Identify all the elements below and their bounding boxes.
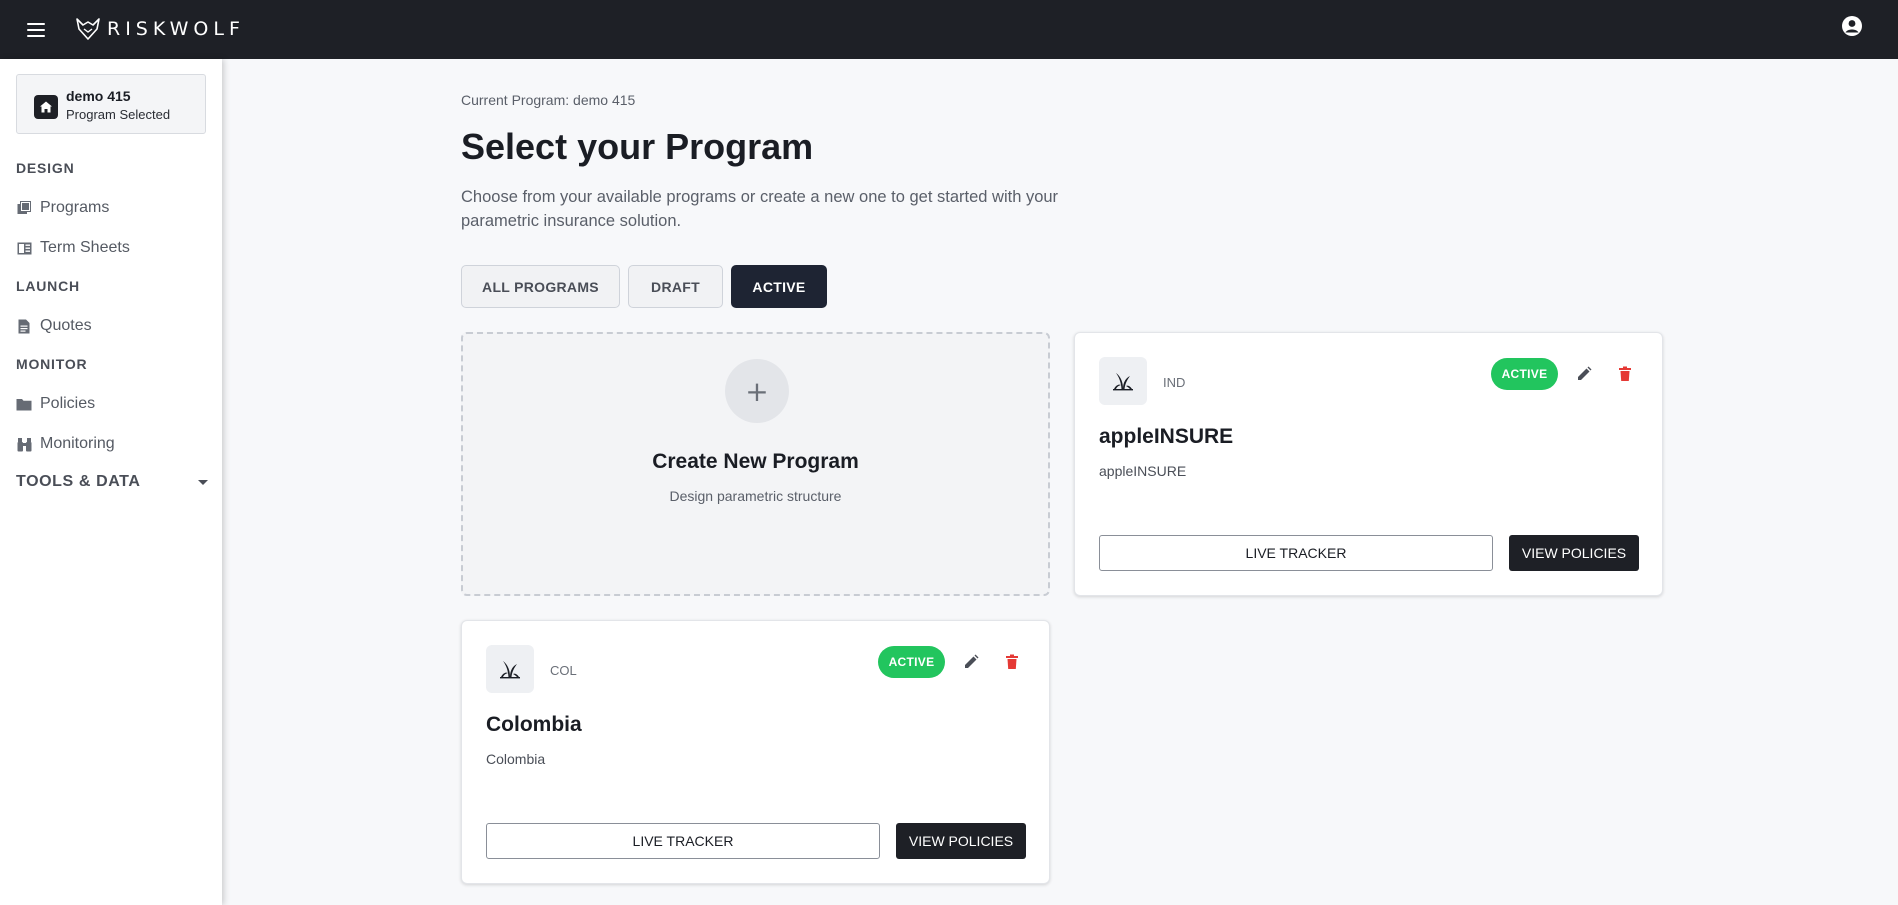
sidebar-item-term-sheets[interactable]: Term Sheets xyxy=(16,235,130,261)
account-circle-icon[interactable] xyxy=(1840,14,1864,38)
section-launch: LAUNCH xyxy=(16,278,80,294)
sidebar: demo 415 Program Selected DESIGN Program… xyxy=(0,59,222,905)
create-program-card[interactable]: + Create New Program Design parametric s… xyxy=(461,332,1050,596)
program-card-appleinsure: IND ACTIVE appleINSURE appleINSURE LIVE … xyxy=(1074,332,1663,596)
program-logo xyxy=(486,645,534,693)
status-badge: ACTIVE xyxy=(878,646,945,678)
program-logo xyxy=(1099,357,1147,405)
current-program-status: Program Selected xyxy=(66,107,171,122)
program-name: Colombia xyxy=(486,713,582,736)
sprout-logo-icon xyxy=(1113,373,1133,391)
view-policies-button[interactable]: VIEW POLICIES xyxy=(896,823,1026,859)
sidebar-item-programs[interactable]: Programs xyxy=(16,195,109,221)
current-program-card[interactable]: demo 415 Program Selected xyxy=(16,74,206,134)
program-description: appleINSURE xyxy=(1099,463,1187,479)
program-country-code: COL xyxy=(550,663,577,678)
home-icon xyxy=(34,95,58,119)
sidebar-item-label: Policies xyxy=(40,395,96,412)
status-badge: ACTIVE xyxy=(1491,358,1558,390)
term-sheets-icon xyxy=(16,240,32,256)
program-country-code: IND xyxy=(1163,375,1186,390)
programs-icon xyxy=(16,200,32,216)
section-monitor: MONITOR xyxy=(16,356,88,372)
tab-draft[interactable]: DRAFT xyxy=(628,265,723,308)
program-card-colombia: COL ACTIVE Colombia Colombia LIVE TRACKE… xyxy=(461,620,1050,884)
breadcrumb: Current Program: demo 415 xyxy=(461,92,636,108)
sidebar-item-label: Quotes xyxy=(40,317,92,334)
page-subtitle: Choose from your available programs or c… xyxy=(461,188,1059,230)
delete-icon[interactable] xyxy=(1003,653,1021,671)
caret-down-icon xyxy=(198,479,208,485)
sidebar-item-monitoring[interactable]: Monitoring xyxy=(16,431,115,457)
create-program-title: Create New Program xyxy=(652,450,859,473)
tab-all-programs[interactable]: ALL PROGRAMS xyxy=(461,265,620,308)
brand-name: RISKWOLF xyxy=(107,18,245,40)
live-tracker-button[interactable]: LIVE TRACKER xyxy=(486,823,880,859)
live-tracker-button[interactable]: LIVE TRACKER xyxy=(1099,535,1493,571)
tools-data-dropdown[interactable]: TOOLS & DATA xyxy=(16,473,208,491)
edit-icon[interactable] xyxy=(962,653,980,671)
create-program-subtitle: Design parametric structure xyxy=(669,488,842,504)
sprout-logo-icon xyxy=(500,661,520,679)
brand-logo[interactable]: RISKWOLF xyxy=(75,14,245,44)
program-description: Colombia xyxy=(486,751,546,767)
tools-data-label: TOOLS & DATA xyxy=(16,473,141,490)
sidebar-item-quotes[interactable]: Quotes xyxy=(16,313,92,339)
tab-active[interactable]: ACTIVE xyxy=(731,265,827,308)
document-icon xyxy=(16,318,32,334)
hamburger-menu-icon[interactable] xyxy=(22,16,50,44)
page-title: Select your Program xyxy=(461,126,814,167)
binoculars-icon xyxy=(16,436,32,452)
top-app-bar: RISKWOLF xyxy=(0,0,1898,59)
view-policies-button[interactable]: VIEW POLICIES xyxy=(1509,535,1639,571)
wolf-logo-icon xyxy=(76,18,100,40)
sidebar-item-label: Term Sheets xyxy=(40,239,130,256)
plus-icon: + xyxy=(725,359,789,423)
edit-icon[interactable] xyxy=(1575,365,1593,383)
current-program-name: demo 415 xyxy=(66,88,131,104)
program-name: appleINSURE xyxy=(1099,425,1234,448)
sidebar-item-label: Programs xyxy=(40,199,110,216)
sidebar-item-policies[interactable]: Policies xyxy=(16,391,95,417)
section-design: DESIGN xyxy=(16,160,75,176)
folder-icon xyxy=(16,396,32,412)
delete-icon[interactable] xyxy=(1616,365,1634,383)
sidebar-item-label: Monitoring xyxy=(40,435,115,452)
